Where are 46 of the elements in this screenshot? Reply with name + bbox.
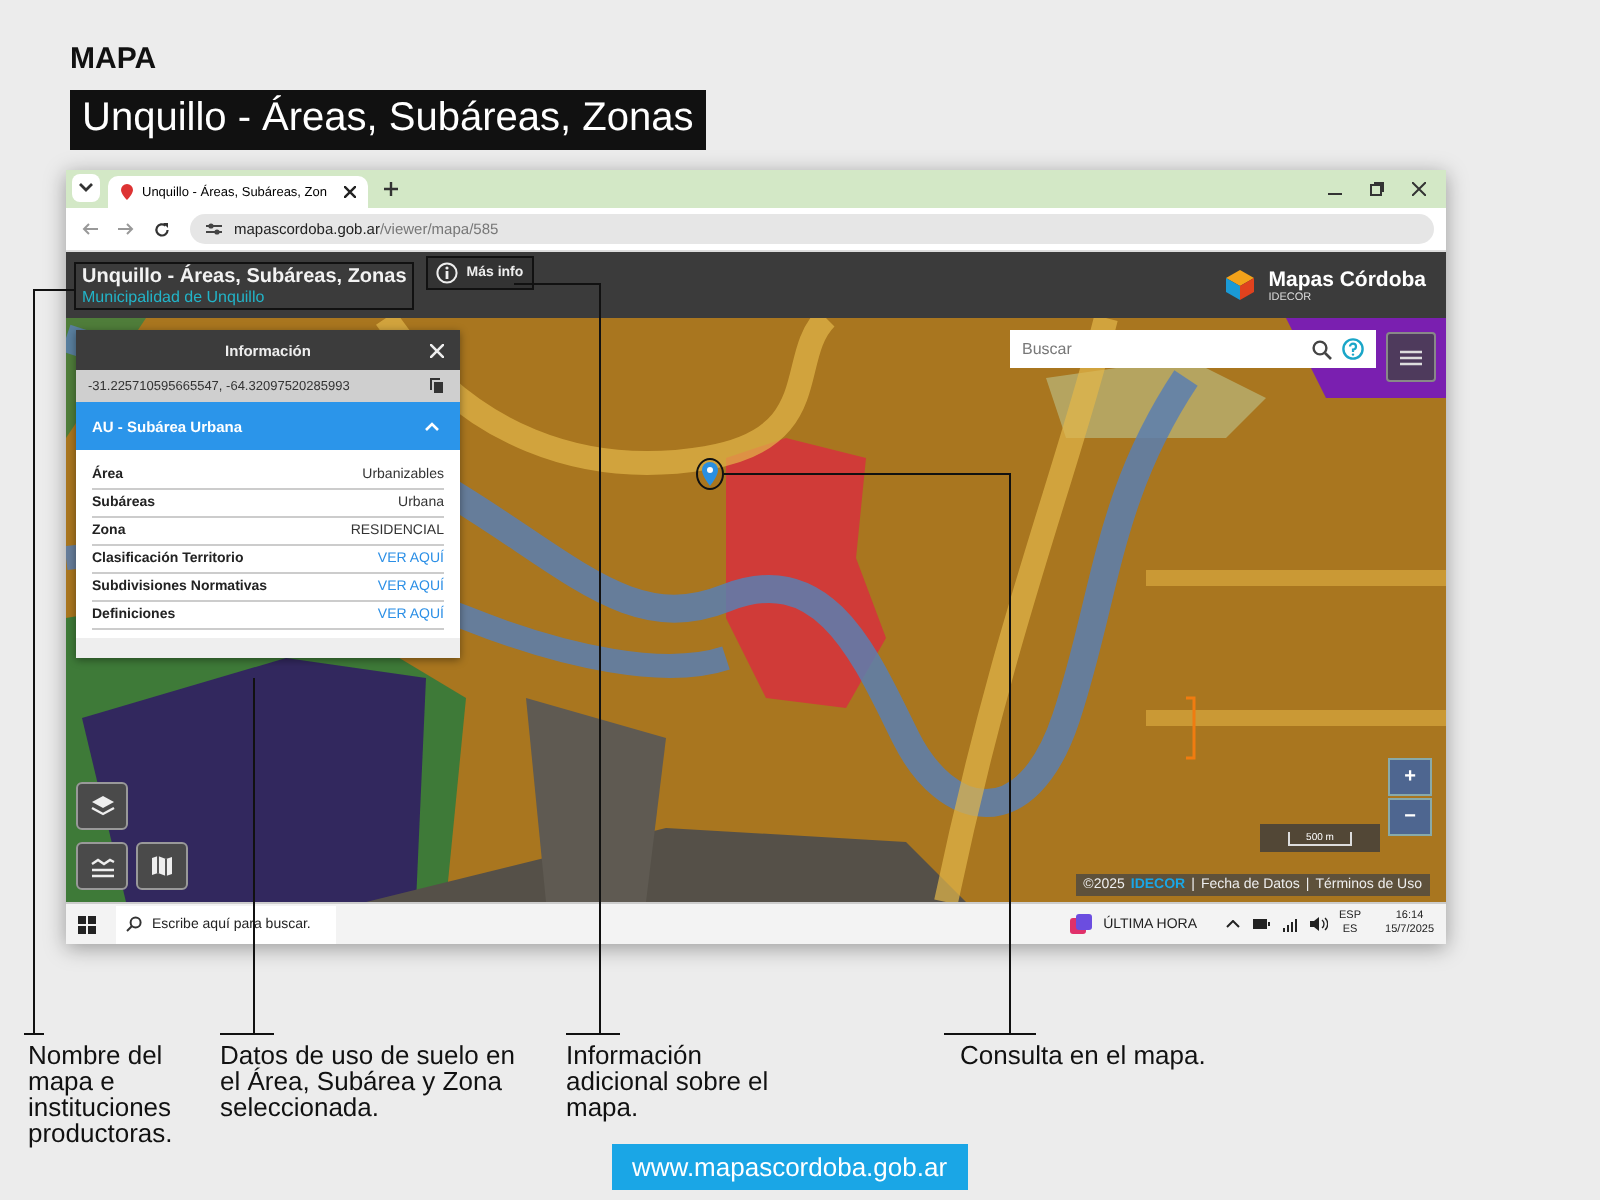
annotation-text: Consulta en el mapa. xyxy=(960,1042,1208,1074)
help-icon[interactable] xyxy=(1342,338,1364,360)
map-title: Unquillo - Áreas, Subáreas, Zonas xyxy=(82,265,407,287)
basemap-button[interactable] xyxy=(136,842,188,890)
caret-down-icon xyxy=(78,182,94,194)
search-field[interactable]: Buscar xyxy=(1010,330,1376,368)
layers-button[interactable] xyxy=(76,782,128,830)
wifi-icon[interactable] xyxy=(1281,917,1298,931)
back-arrow-icon[interactable] xyxy=(82,222,98,236)
copy-icon[interactable] xyxy=(430,378,444,394)
close-icon[interactable] xyxy=(1412,182,1426,196)
layers-icon xyxy=(89,794,115,818)
tab-list-button[interactable] xyxy=(72,174,100,202)
section-heading: MAPA xyxy=(70,42,157,76)
menu-icon xyxy=(1400,349,1422,365)
map-pin-icon xyxy=(120,184,134,200)
search-icon[interactable] xyxy=(1312,340,1332,360)
logo-name: Mapas Córdoba xyxy=(1268,267,1426,291)
caret-up-icon[interactable] xyxy=(1225,920,1240,928)
info-icon xyxy=(436,262,459,284)
minimize-icon[interactable] xyxy=(1328,192,1342,196)
speaker-icon[interactable] xyxy=(1309,916,1328,932)
battery-icon[interactable] xyxy=(1251,918,1270,930)
annotation-text: Datos de uso de suelo en el Área, Subárea y Zona seleccionada. xyxy=(220,1042,517,1126)
restore-icon[interactable] xyxy=(1370,182,1384,196)
annotation-text: Información adicional sobre el mapa. xyxy=(566,1042,771,1126)
close-icon[interactable] xyxy=(344,186,356,198)
tune-icon[interactable] xyxy=(206,222,222,236)
forward-arrow-icon[interactable] xyxy=(118,222,134,236)
menu-button[interactable] xyxy=(1386,332,1436,382)
new-tab-icon[interactable] xyxy=(384,182,398,196)
news-icon[interactable] xyxy=(1069,914,1092,934)
reload-icon[interactable] xyxy=(154,221,170,237)
institution-name: Municipalidad de Unquillo xyxy=(82,287,267,305)
page-title: Unquillo - Áreas, Subáreas, Zonas xyxy=(70,90,706,150)
search-icon xyxy=(126,916,142,932)
cube-logo-icon xyxy=(1224,268,1257,302)
chevron-icon xyxy=(424,421,440,431)
map-pin-icon[interactable] xyxy=(696,458,724,490)
annotation-text: Nombre del mapa e instituciones productoras. xyxy=(28,1042,175,1146)
map-icon xyxy=(150,854,174,878)
zoom-in-button[interactable]: + xyxy=(1388,758,1432,796)
windows-logo-icon[interactable] xyxy=(78,915,96,933)
zoom-out-button[interactable]: − xyxy=(1388,798,1432,836)
legend-button[interactable] xyxy=(76,842,128,890)
wave-lines-icon xyxy=(89,855,115,877)
